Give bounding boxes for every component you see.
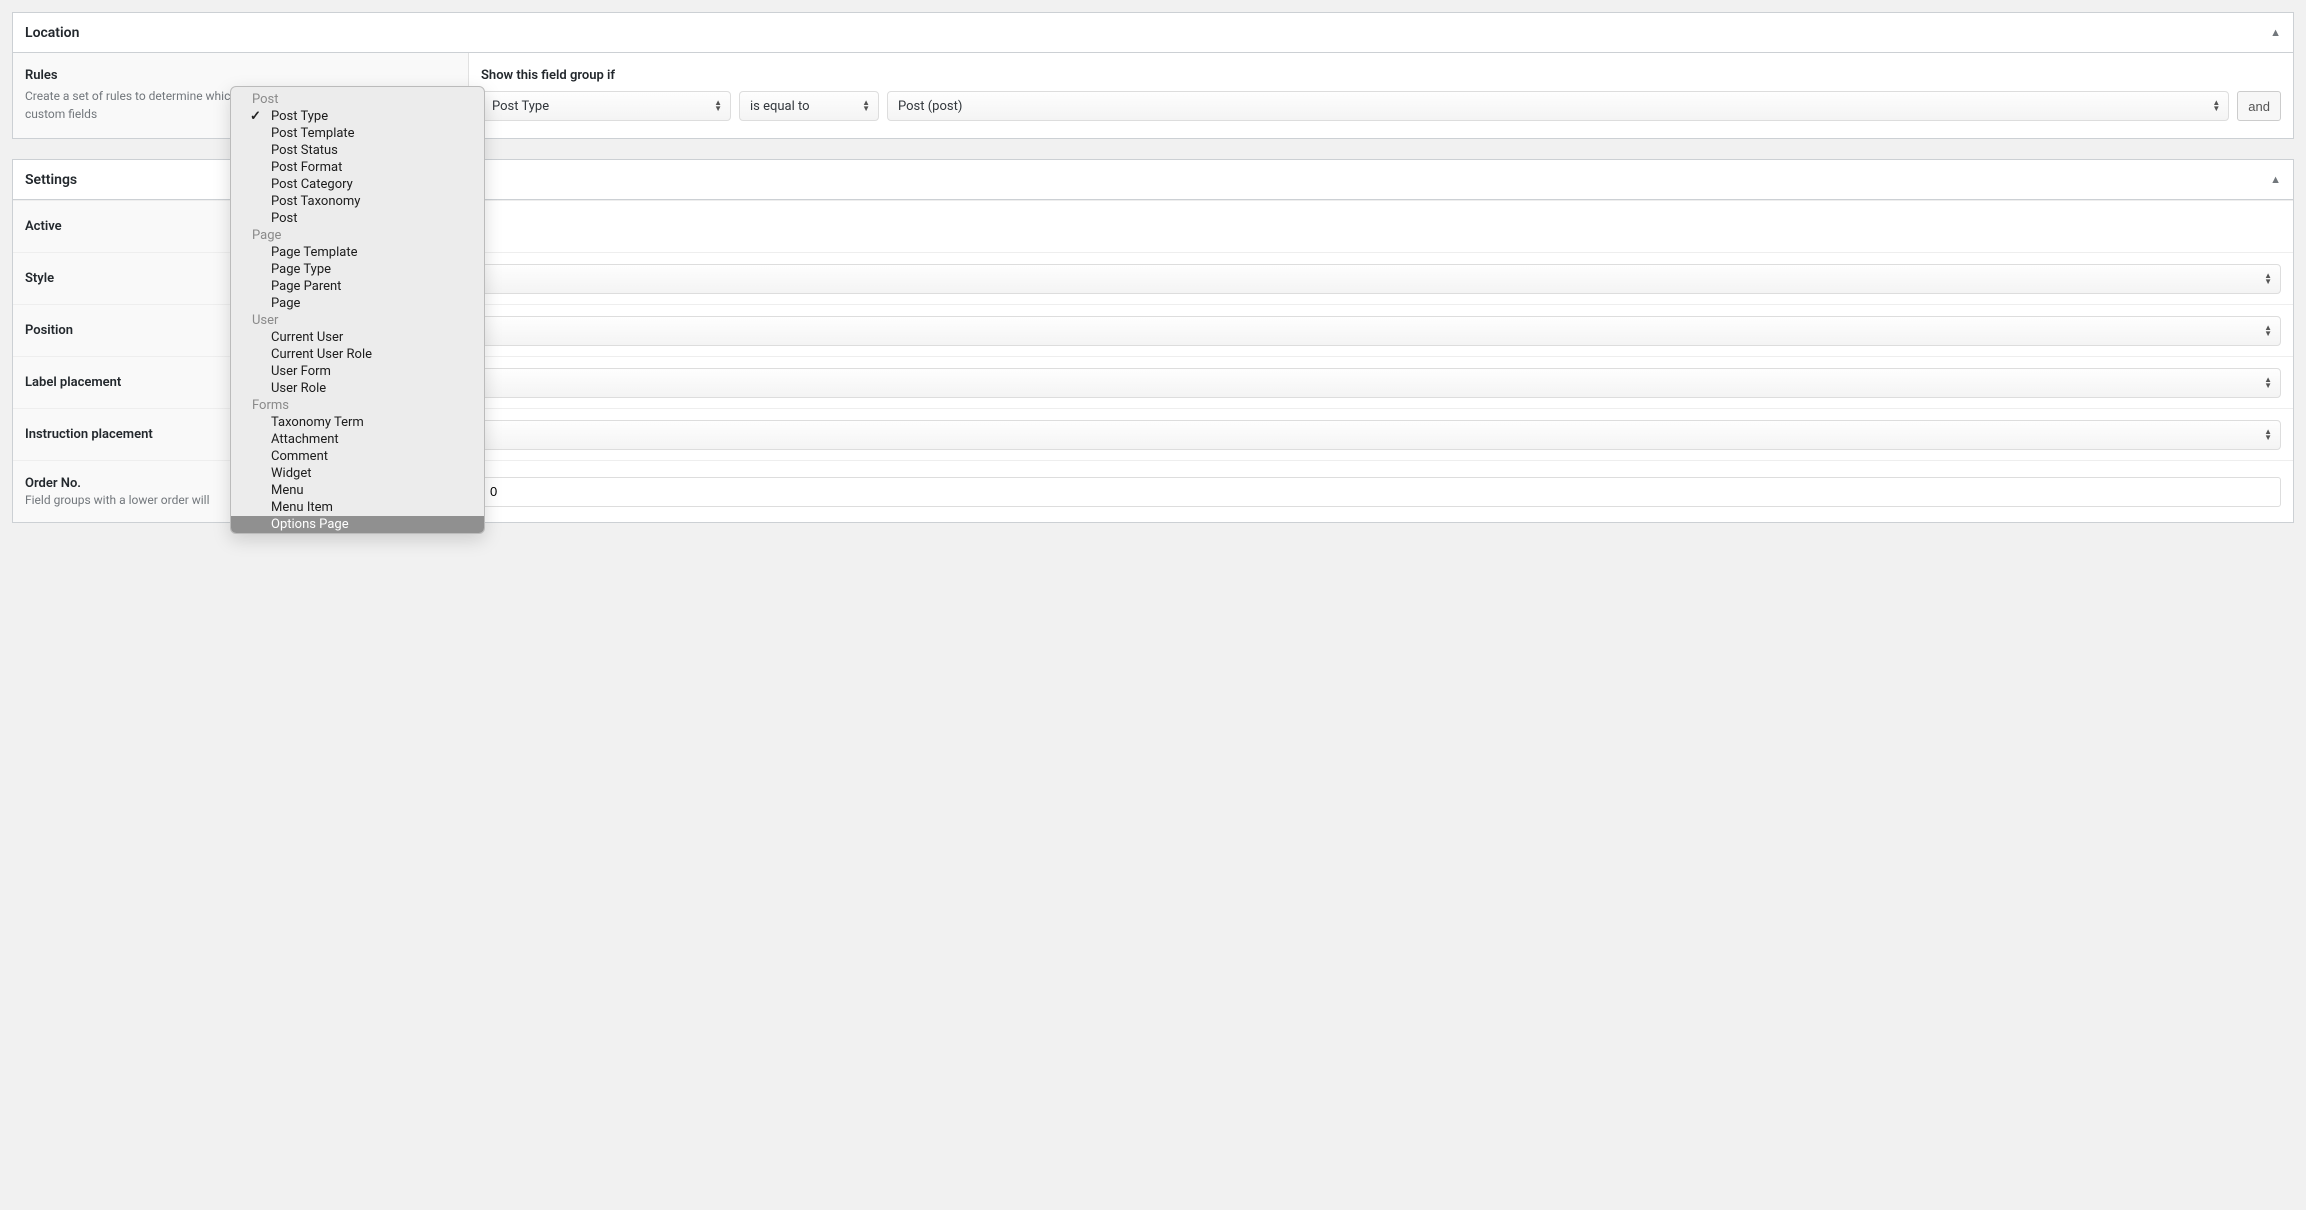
location-panel-title: Location — [25, 25, 79, 41]
rule-param-select[interactable]: Post Type ▲▼ — [481, 91, 731, 121]
dropdown-item[interactable]: Menu — [231, 482, 484, 499]
dropdown-item[interactable]: Taxonomy Term — [231, 414, 484, 431]
collapse-toggle-icon[interactable]: ▲ — [2270, 26, 2281, 39]
dropdown-item[interactable]: Attachment — [231, 431, 484, 448]
dropdown-item[interactable]: Menu Item — [231, 499, 484, 516]
dropdown-item[interactable]: Current User — [231, 329, 484, 346]
dropdown-group-label: Post — [231, 91, 484, 108]
dropdown-item[interactable]: Post Type — [231, 108, 484, 125]
dropdown-item[interactable]: Page Type — [231, 261, 484, 278]
dropdown-item[interactable]: User Form — [231, 363, 484, 380]
dropdown-item[interactable]: Page Parent — [231, 278, 484, 295]
collapse-toggle-icon[interactable]: ▲ — [2270, 173, 2281, 186]
rules-label: Rules — [25, 68, 456, 83]
rule-param-value: Post Type — [492, 99, 549, 114]
dropdown-group-label: User — [231, 312, 484, 329]
select-arrows-icon: ▲▼ — [862, 100, 870, 112]
select-arrows-icon: ▲▼ — [714, 100, 722, 112]
dropdown-item[interactable]: Current User Role — [231, 346, 484, 363]
rule-operator-value: is equal to — [750, 99, 810, 114]
select-arrows-icon: ▲▼ — [2264, 429, 2272, 441]
select-arrows-icon: ▲▼ — [2264, 325, 2272, 337]
dropdown-item[interactable]: Page Template — [231, 244, 484, 261]
dropdown-item[interactable]: Post Status — [231, 142, 484, 159]
rule-row: Post Type ▲▼ is equal to ▲▼ Post (post) … — [481, 91, 2281, 121]
dropdown-item[interactable]: Post — [231, 210, 484, 227]
rule-param-dropdown[interactable]: PostPost TypePost TemplatePost StatusPos… — [230, 86, 485, 534]
dropdown-item[interactable]: Post Taxonomy — [231, 193, 484, 210]
rule-value-select[interactable]: Post (post) ▲▼ — [887, 91, 2229, 121]
dropdown-item[interactable]: Post Category — [231, 176, 484, 193]
dropdown-group-label: Page — [231, 227, 484, 244]
dropdown-item[interactable]: Post Format — [231, 159, 484, 176]
rule-operator-select[interactable]: is equal to ▲▼ — [739, 91, 879, 121]
label-placement-select[interactable]: ▲▼ — [481, 368, 2281, 398]
select-arrows-icon: ▲▼ — [2212, 100, 2220, 112]
dropdown-item[interactable]: Post Template — [231, 125, 484, 142]
position-select[interactable]: ▲▼ — [481, 316, 2281, 346]
style-select[interactable]: ▲▼ — [481, 264, 2281, 294]
add-rule-and-button[interactable]: and — [2237, 91, 2281, 121]
select-arrows-icon: ▲▼ — [2264, 273, 2272, 285]
dropdown-item[interactable]: User Role — [231, 380, 484, 397]
select-arrows-icon: ▲▼ — [2264, 377, 2272, 389]
dropdown-item[interactable]: Comment — [231, 448, 484, 465]
rules-input-cell: Show this field group if Post Type ▲▼ is… — [469, 53, 2293, 138]
rule-value-value: Post (post) — [898, 99, 962, 114]
order-no-input[interactable] — [481, 477, 2281, 507]
rules-prompt: Show this field group if — [481, 68, 2281, 83]
location-panel-header: Location ▲ — [13, 13, 2293, 53]
active-value — [469, 201, 2293, 252]
dropdown-item[interactable]: Options Page — [231, 516, 484, 533]
dropdown-item[interactable]: Page — [231, 295, 484, 312]
dropdown-group-label: Forms — [231, 397, 484, 414]
dropdown-item[interactable]: Widget — [231, 465, 484, 482]
settings-panel-title: Settings — [25, 172, 77, 188]
instruction-placement-select[interactable]: ▲▼ — [481, 420, 2281, 450]
